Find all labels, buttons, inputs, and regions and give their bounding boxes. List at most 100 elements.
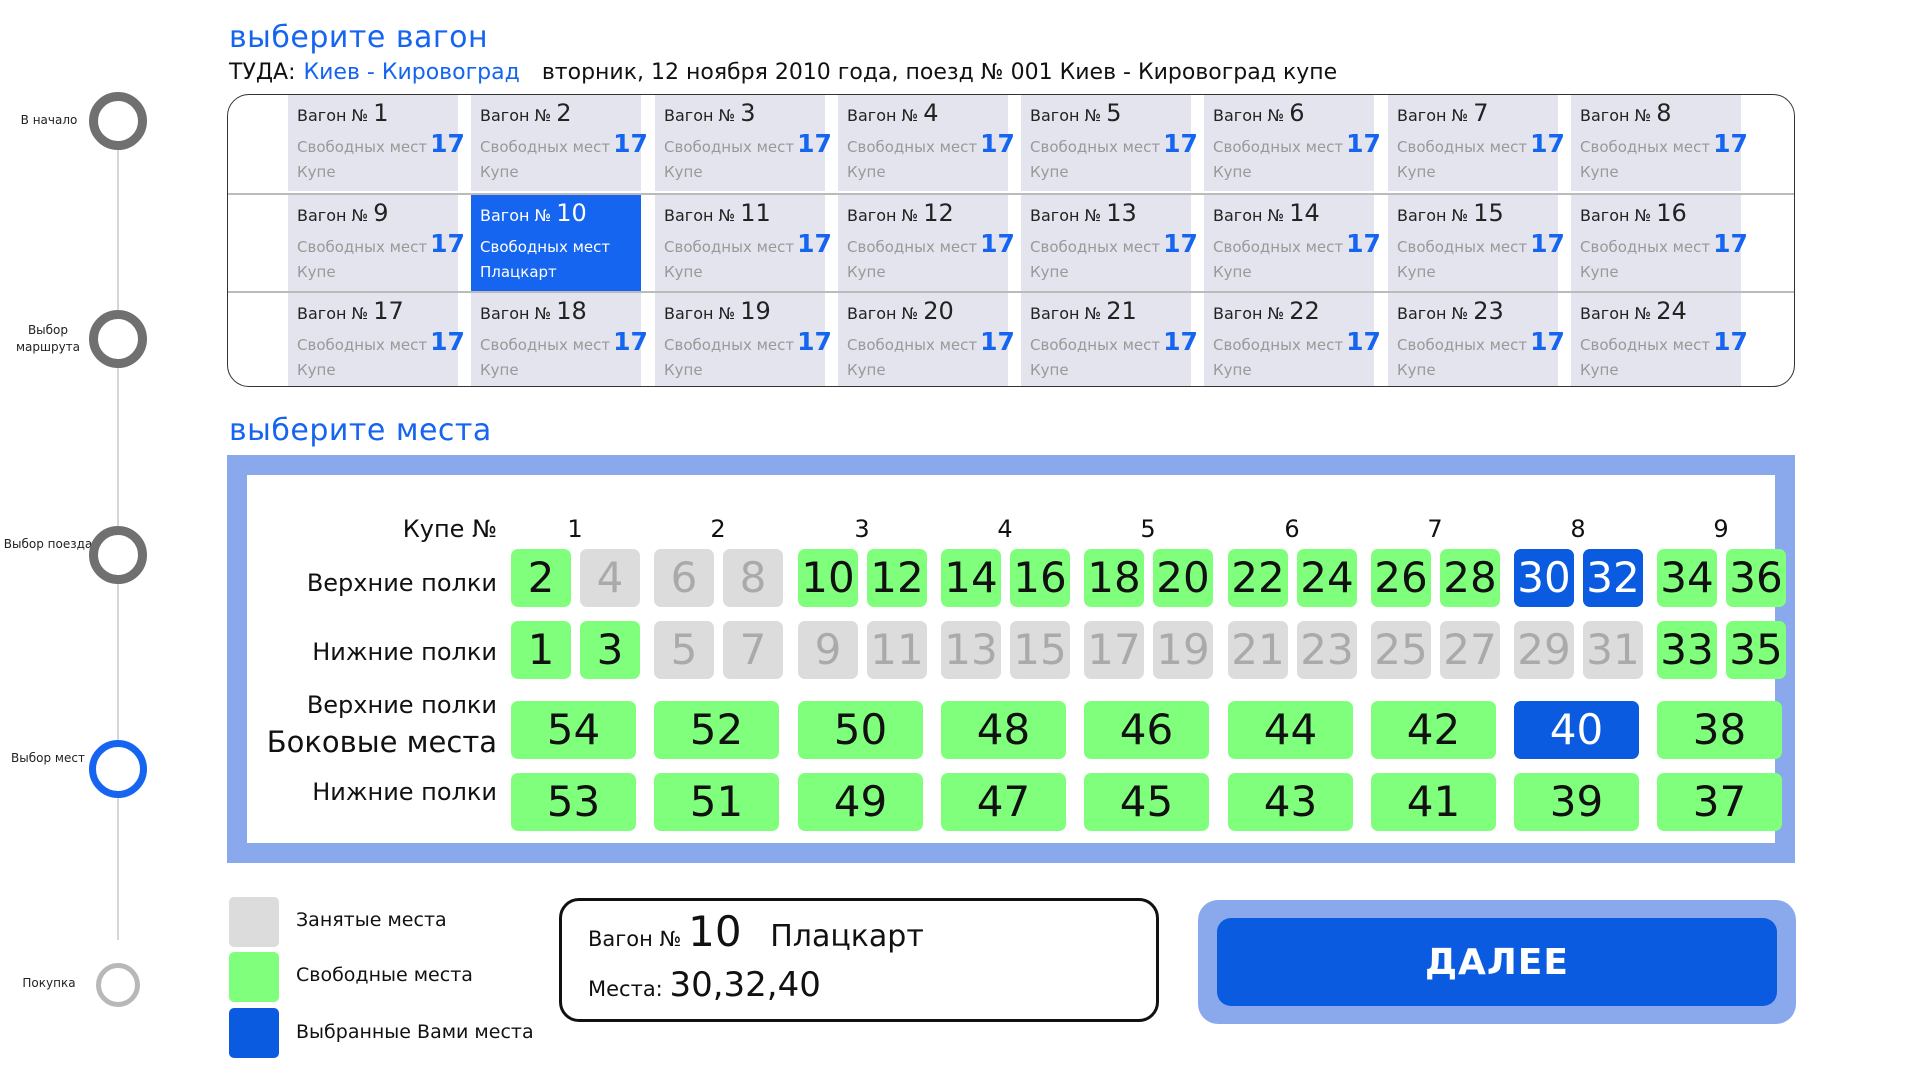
seat-5: 5 bbox=[654, 621, 714, 679]
seat-1[interactable]: 1 bbox=[511, 621, 571, 679]
wagon-free-count: 17 bbox=[1346, 327, 1381, 356]
seat-10[interactable]: 10 bbox=[798, 549, 858, 607]
side-lower-label: Нижние полки bbox=[312, 778, 497, 806]
wagon-number-value: 7 bbox=[1473, 99, 1489, 127]
wagon-type: Купе bbox=[297, 263, 336, 281]
wagon-free-count: 17 bbox=[1163, 229, 1198, 258]
wagon-number-prefix: Вагон № bbox=[847, 206, 919, 225]
wagon-number: Вагон № 7 bbox=[1397, 99, 1558, 130]
wagon-free-count: 17 bbox=[797, 229, 832, 258]
wagon-number-value: 6 bbox=[1289, 99, 1305, 127]
wagon-number: Вагон № 6 bbox=[1213, 99, 1374, 130]
seat-49[interactable]: 49 bbox=[798, 773, 923, 831]
seat-2[interactable]: 2 bbox=[511, 549, 571, 607]
seat-41[interactable]: 41 bbox=[1371, 773, 1496, 831]
seat-54[interactable]: 54 bbox=[511, 701, 636, 759]
wagon-card[interactable]: Вагон № 17 Свободных мест 17 Купе bbox=[288, 293, 465, 386]
wagon-card[interactable]: Вагон № 22 Свободных мест 17 Купе bbox=[1204, 293, 1381, 386]
seat-16[interactable]: 16 bbox=[1010, 549, 1070, 607]
seat-46[interactable]: 46 bbox=[1084, 701, 1209, 759]
seat-39[interactable]: 39 bbox=[1514, 773, 1639, 831]
wagon-card[interactable]: Вагон № 23 Свободных мест 17 Купе bbox=[1388, 293, 1565, 386]
seat-51[interactable]: 51 bbox=[654, 773, 779, 831]
seat-14[interactable]: 14 bbox=[941, 549, 1001, 607]
wagon-card[interactable]: Вагон № 12 Свободных мест 17 Купе bbox=[838, 195, 1015, 291]
seat-37[interactable]: 37 bbox=[1657, 773, 1782, 831]
wagon-type: Купе bbox=[1397, 263, 1436, 281]
seat-18[interactable]: 18 bbox=[1084, 549, 1144, 607]
wagon-card[interactable]: Вагон № 2 Свободных мест 17 Купе bbox=[471, 95, 648, 191]
seat-24[interactable]: 24 bbox=[1297, 549, 1357, 607]
wagon-card[interactable]: Вагон № 20 Свободных мест 17 Купе bbox=[838, 293, 1015, 386]
wagon-card[interactable]: Вагон № 7 Свободных мест 17 Купе bbox=[1388, 95, 1565, 191]
wagon-type: Купе bbox=[1030, 361, 1069, 379]
legend-taken-label: Занятые места bbox=[296, 909, 447, 931]
legend-taken-swatch bbox=[229, 897, 279, 947]
seat-22[interactable]: 22 bbox=[1228, 549, 1288, 607]
seat-33[interactable]: 33 bbox=[1657, 621, 1717, 679]
wagon-free-count: 17 bbox=[430, 229, 465, 258]
wagon-free-count: 17 bbox=[980, 327, 1015, 356]
seat-20[interactable]: 20 bbox=[1153, 549, 1213, 607]
wagon-number-value: 18 bbox=[556, 297, 587, 325]
seat-47[interactable]: 47 bbox=[941, 773, 1066, 831]
wagon-card[interactable]: Вагон № 9 Свободных мест 17 Купе bbox=[288, 195, 465, 291]
wagon-card[interactable]: Вагон № 5 Свободных мест 17 Купе bbox=[1021, 95, 1198, 191]
wagon-card[interactable]: Вагон № 6 Свободных мест 17 Купе bbox=[1204, 95, 1381, 191]
wagon-card[interactable]: Вагон № 13 Свободных мест 17 Купе bbox=[1021, 195, 1198, 291]
wagon-number-value: 23 bbox=[1473, 297, 1504, 325]
seat-52[interactable]: 52 bbox=[654, 701, 779, 759]
wagon-number: Вагон № 21 bbox=[1030, 297, 1191, 328]
wagon-number-value: 11 bbox=[740, 199, 771, 227]
wagon-free-count: 17 bbox=[980, 129, 1015, 158]
wagon-card[interactable]: Вагон № 11 Свободных мест 17 Купе bbox=[655, 195, 832, 291]
seat-53[interactable]: 53 bbox=[511, 773, 636, 831]
wagon-card[interactable]: Вагон № 3 Свободных мест 17 Купе bbox=[655, 95, 832, 191]
seat-30[interactable]: 30 bbox=[1514, 549, 1574, 607]
seat-48[interactable]: 48 bbox=[941, 701, 1066, 759]
wagon-type: Купе bbox=[664, 263, 703, 281]
wagon-number: Вагон № 9 bbox=[297, 199, 458, 230]
wagon-number-value: 1 bbox=[373, 99, 389, 127]
seat-12[interactable]: 12 bbox=[867, 549, 927, 607]
next-button[interactable]: ДАЛЕЕ bbox=[1217, 918, 1777, 1006]
wagon-free-seats: Свободных мест 17 bbox=[1397, 130, 1565, 161]
seat-28[interactable]: 28 bbox=[1440, 549, 1500, 607]
wagon-card[interactable]: Вагон № 15 Свободных мест 17 Купе bbox=[1388, 195, 1565, 291]
wagon-card[interactable]: Вагон № 10 Свободных мест Плацкарт bbox=[471, 195, 641, 291]
wagon-card[interactable]: Вагон № 8 Свободных мест 17 Купе bbox=[1571, 95, 1748, 191]
seat-26[interactable]: 26 bbox=[1371, 549, 1431, 607]
wagon-number-prefix: Вагон № bbox=[1580, 206, 1652, 225]
seat-40[interactable]: 40 bbox=[1514, 701, 1639, 759]
wagon-number-value: 4 bbox=[923, 99, 939, 127]
wagon-card[interactable]: Вагон № 21 Свободных мест 17 Купе bbox=[1021, 293, 1198, 386]
wagon-number: Вагон № 1 bbox=[297, 99, 458, 130]
seat-42[interactable]: 42 bbox=[1371, 701, 1496, 759]
seat-43[interactable]: 43 bbox=[1228, 773, 1353, 831]
wagon-free-label: Свободных мест bbox=[1580, 138, 1711, 156]
wagon-card[interactable]: Вагон № 24 Свободных мест 17 Купе bbox=[1571, 293, 1748, 386]
seat-44[interactable]: 44 bbox=[1228, 701, 1353, 759]
wagon-card[interactable]: Вагон № 4 Свободных мест 17 Купе bbox=[838, 95, 1015, 191]
seat-36[interactable]: 36 bbox=[1726, 549, 1786, 607]
wagon-free-count: 17 bbox=[430, 129, 465, 158]
compartment-number: 2 bbox=[710, 515, 726, 543]
compartment-number: 9 bbox=[1713, 515, 1729, 543]
wagon-card[interactable]: Вагон № 14 Свободных мест 17 Купе bbox=[1204, 195, 1381, 291]
seat-38[interactable]: 38 bbox=[1657, 701, 1782, 759]
wagon-card[interactable]: Вагон № 16 Свободных мест 17 Купе bbox=[1571, 195, 1748, 291]
wagon-card[interactable]: Вагон № 1 Свободных мест 17 Купе bbox=[288, 95, 465, 191]
seat-34[interactable]: 34 bbox=[1657, 549, 1717, 607]
wagon-free-count: 17 bbox=[613, 327, 648, 356]
seat-3[interactable]: 3 bbox=[580, 621, 640, 679]
wagon-card[interactable]: Вагон № 19 Свободных мест 17 Купе bbox=[655, 293, 832, 386]
seat-19: 19 bbox=[1153, 621, 1213, 679]
wagon-free-count: 17 bbox=[430, 327, 465, 356]
route-cities[interactable]: Киев - Кировоград bbox=[304, 60, 520, 85]
seat-35[interactable]: 35 bbox=[1726, 621, 1786, 679]
seat-50[interactable]: 50 bbox=[798, 701, 923, 759]
seat-32[interactable]: 32 bbox=[1583, 549, 1643, 607]
seat-45[interactable]: 45 bbox=[1084, 773, 1209, 831]
wagon-type: Купе bbox=[847, 263, 886, 281]
wagon-card[interactable]: Вагон № 18 Свободных мест 17 Купе bbox=[471, 293, 648, 386]
